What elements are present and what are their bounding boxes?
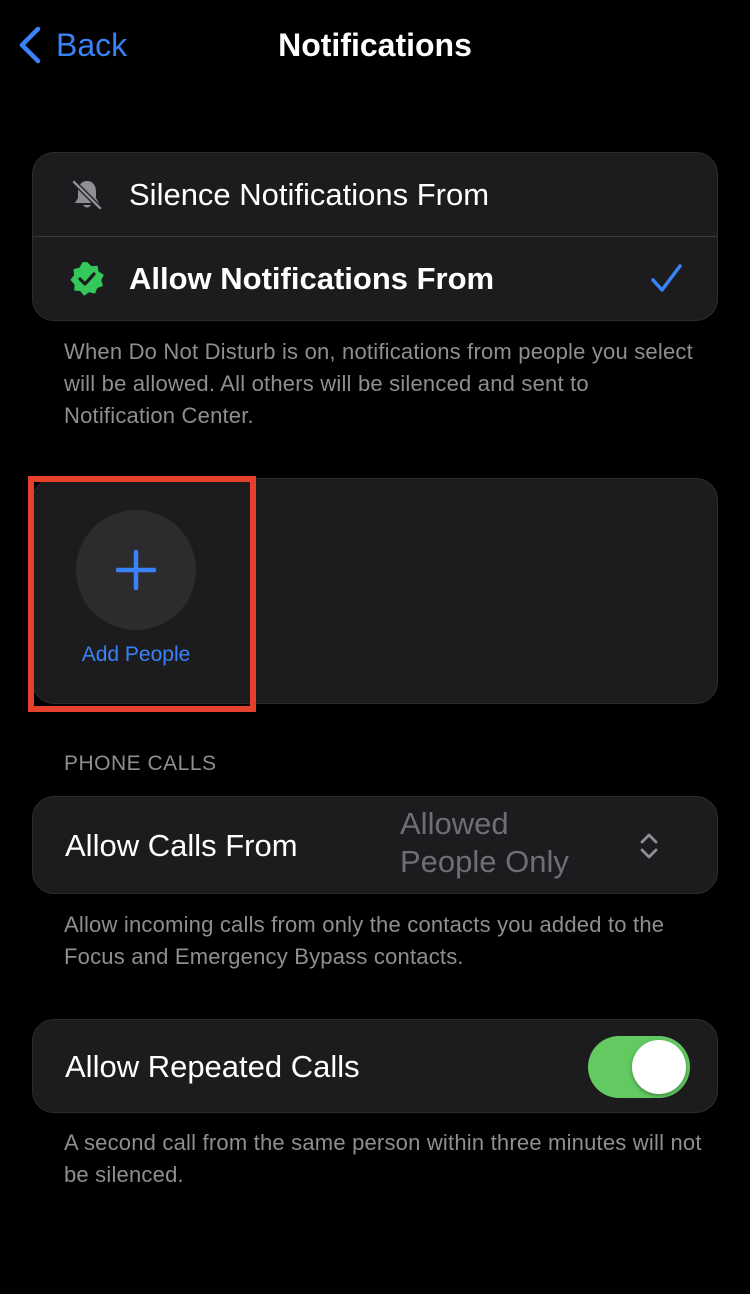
verified-badge-icon [70,262,104,296]
add-people-label[interactable]: Add People [36,643,236,667]
allow-calls-description: Allow incoming calls from only the conta… [64,912,665,969]
toggle-knob [632,1040,686,1094]
add-people-button[interactable] [76,510,196,630]
bell-slash-icon [71,179,103,211]
navigation-bar: Back Notifications [0,0,750,90]
silence-notifications-label: Silence Notifications From [129,177,490,212]
silence-notifications-option[interactable]: Silence Notifications From [33,153,717,237]
plus-icon [115,549,157,591]
allow-notifications-option[interactable]: Allow Notifications From [33,237,717,321]
allow-calls-from-row[interactable]: Allow Calls From Allowed People Only [32,796,718,894]
allow-calls-from-label: Allow Calls From [65,828,298,863]
notification-mode-description: When Do Not Disturb is on, notifications… [64,339,693,428]
allow-calls-from-value: Allowed People Only [400,806,569,879]
allow-repeated-calls-label: Allow Repeated Calls [65,1049,360,1084]
repeated-calls-description: A second call from the same person withi… [64,1130,702,1187]
page-title: Notifications [278,27,472,63]
checkmark-icon [651,264,682,292]
allow-notifications-label: Allow Notifications From [129,261,495,296]
allow-repeated-calls-row: Allow Repeated Calls [32,1019,718,1113]
phone-calls-section-header: PHONE CALLS [64,752,217,775]
notification-mode-group: Silence Notifications From Allow Notific… [32,152,718,321]
chevron-up-down-icon [640,833,658,859]
allow-repeated-calls-toggle[interactable] [588,1036,690,1098]
